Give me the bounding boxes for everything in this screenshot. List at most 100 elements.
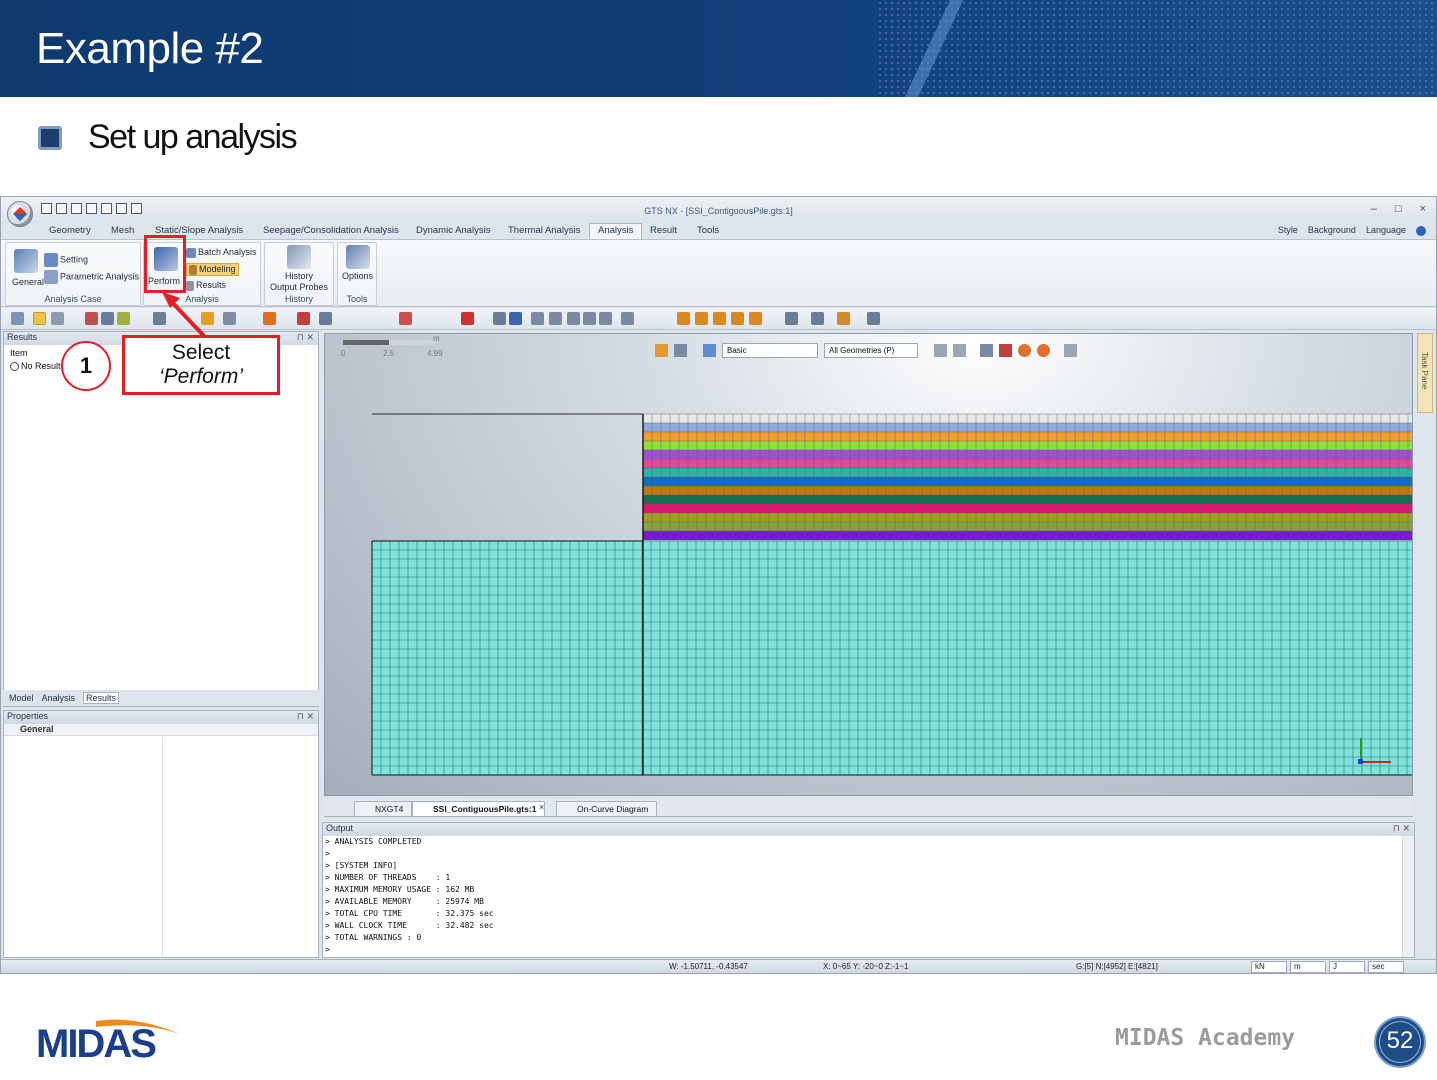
- tab-geometry[interactable]: Geometry: [49, 225, 91, 236]
- pan-icon[interactable]: [599, 312, 612, 325]
- task-pane-tab[interactable]: Task Pane: [1417, 333, 1433, 413]
- midas-logo: MIDAS: [36, 1019, 182, 1061]
- properties-panel-title: Properties: [7, 711, 49, 721]
- options-icon[interactable]: [346, 245, 370, 269]
- status-counts: G:[5] N:[4952] E:[4821]: [1076, 962, 1158, 971]
- rotate-icon[interactable]: [583, 312, 596, 325]
- tab-dynamic[interactable]: Dynamic Analysis: [416, 225, 490, 236]
- general-button[interactable]: General: [12, 277, 44, 287]
- history-button-line2[interactable]: Output Probes: [265, 282, 333, 292]
- properties-section-general[interactable]: General: [4, 724, 318, 736]
- batch-analysis-button[interactable]: Batch Analysis: [186, 247, 257, 258]
- properties-panel: Properties ⊓ ✕ General: [3, 710, 319, 958]
- tab-seepage[interactable]: Seepage/Consolidation Analysis: [263, 225, 399, 236]
- lock-icon[interactable]: [33, 312, 46, 325]
- view-top-icon[interactable]: [749, 312, 762, 325]
- zoom-window-icon[interactable]: [531, 312, 544, 325]
- doc-tab-ssi[interactable]: SSI_ContiguousPile.gts:1: [412, 801, 546, 816]
- render-icon[interactable]: [867, 312, 880, 325]
- model-viewport[interactable]: 0 2.5 4.99 m Basic All Geometries (P): [324, 333, 1413, 796]
- view-right-icon[interactable]: [731, 312, 744, 325]
- setting-button[interactable]: Setting: [44, 253, 88, 267]
- iso-view-icon[interactable]: [785, 312, 798, 325]
- zoom-fit-icon[interactable]: [509, 312, 522, 325]
- help-icon[interactable]: [1416, 226, 1426, 236]
- query-icon[interactable]: [399, 312, 412, 325]
- tab-analysis-panel[interactable]: Analysis: [42, 693, 76, 703]
- tab-thermal[interactable]: Thermal Analysis: [508, 225, 580, 236]
- language-menu[interactable]: Language: [1366, 225, 1406, 236]
- tab-tools[interactable]: Tools: [697, 225, 719, 236]
- zoom-out-icon[interactable]: [549, 312, 562, 325]
- bullet-square-icon: [38, 126, 62, 150]
- view-back-icon[interactable]: [695, 312, 708, 325]
- parametric-icon: [44, 270, 58, 284]
- window-title: GTS NX - [SSI_ContiguousPile.gts:1]: [644, 206, 793, 216]
- output-panel: Output ⊓ ✕ > ANALYSIS COMPLETED > > [SYST…: [322, 822, 1415, 958]
- panel-tabs: Model Analysis Results: [3, 690, 319, 706]
- soil-layer: [643, 414, 1412, 423]
- unit-time-select[interactable]: sec: [1368, 961, 1404, 973]
- soil-layer: [643, 450, 1412, 459]
- tab-mesh[interactable]: Mesh: [111, 225, 134, 236]
- history-button-line1[interactable]: History: [265, 271, 333, 281]
- output-scrollbar[interactable]: [1402, 836, 1414, 957]
- parametric-analysis-button[interactable]: Parametric Analysis: [44, 270, 139, 284]
- doc-tab-on-curve[interactable]: On-Curve Diagram: [556, 801, 658, 816]
- page-number: 52: [1374, 1016, 1426, 1068]
- select-icon[interactable]: [297, 312, 310, 325]
- unit-length-select[interactable]: m: [1290, 961, 1326, 973]
- modeling-button[interactable]: Modeling: [186, 263, 239, 276]
- grid-icon[interactable]: [621, 312, 634, 325]
- display-icon[interactable]: [117, 312, 130, 325]
- display-icon[interactable]: [101, 312, 114, 325]
- select-icon[interactable]: [319, 312, 332, 325]
- soil-layer: [643, 531, 1412, 540]
- batch-icon: [186, 247, 196, 258]
- tab-model[interactable]: Model: [9, 693, 34, 703]
- close-button[interactable]: ×: [1420, 203, 1426, 215]
- zoom-icon[interactable]: [493, 312, 506, 325]
- output-line: > AVAILABLE MEMORY : 25974 MB: [325, 897, 484, 906]
- group-analysis-case: General Setting Parametric Analysis Anal…: [5, 242, 141, 306]
- callout-box: Select ‘Perform’: [122, 335, 280, 395]
- display-icon[interactable]: [85, 312, 98, 325]
- pin-close-icon[interactable]: ⊓ ✕: [1393, 823, 1410, 834]
- status-xyz-range: X: 0~65 Y: -20~0 Z:-1~1: [823, 962, 909, 971]
- measure-icon[interactable]: [461, 312, 474, 325]
- view-front-icon[interactable]: [677, 312, 690, 325]
- background-menu[interactable]: Background: [1308, 225, 1356, 236]
- pin-close-icon[interactable]: ⊓ ✕: [297, 332, 314, 343]
- tab-results-panel[interactable]: Results: [83, 692, 120, 704]
- doc-tab-nxgt4[interactable]: NXGT4: [354, 801, 413, 816]
- soil-layer: [643, 459, 1412, 468]
- pin-close-icon[interactable]: ⊓ ✕: [297, 711, 314, 722]
- render-icon[interactable]: [837, 312, 850, 325]
- group-label-tools: Tools: [346, 294, 368, 304]
- rotate-icon[interactable]: [567, 312, 580, 325]
- doc-close-icon[interactable]: ×: [539, 802, 544, 812]
- unit-energy-select[interactable]: J: [1329, 961, 1365, 973]
- output-line: >: [325, 945, 330, 954]
- history-icon[interactable]: [287, 245, 311, 269]
- tab-result[interactable]: Result: [650, 225, 677, 236]
- style-menu[interactable]: Style: [1278, 225, 1298, 236]
- output-line: > WALL CLOCK TIME : 32.482 sec: [325, 921, 494, 930]
- tab-analysis[interactable]: Analysis: [589, 223, 643, 239]
- maximize-button[interactable]: □: [1395, 203, 1402, 215]
- options-button[interactable]: Options: [342, 271, 373, 281]
- setting-icon: [44, 253, 58, 267]
- result-node-icon: [10, 362, 19, 372]
- general-icon[interactable]: [14, 249, 38, 273]
- svg-text:MIDAS: MIDAS: [36, 1022, 156, 1061]
- tool-icon[interactable]: [11, 312, 24, 325]
- group-tools: Options Tools: [337, 242, 377, 306]
- view-left-icon[interactable]: [713, 312, 726, 325]
- lock-icon[interactable]: [51, 312, 64, 325]
- unit-force-select[interactable]: kN: [1251, 961, 1287, 973]
- render-icon[interactable]: [811, 312, 824, 325]
- soil-layer: [643, 477, 1412, 486]
- group-history: History Output Probes History: [264, 242, 334, 306]
- lock-icon: [189, 264, 197, 275]
- minimize-button[interactable]: –: [1371, 203, 1377, 215]
